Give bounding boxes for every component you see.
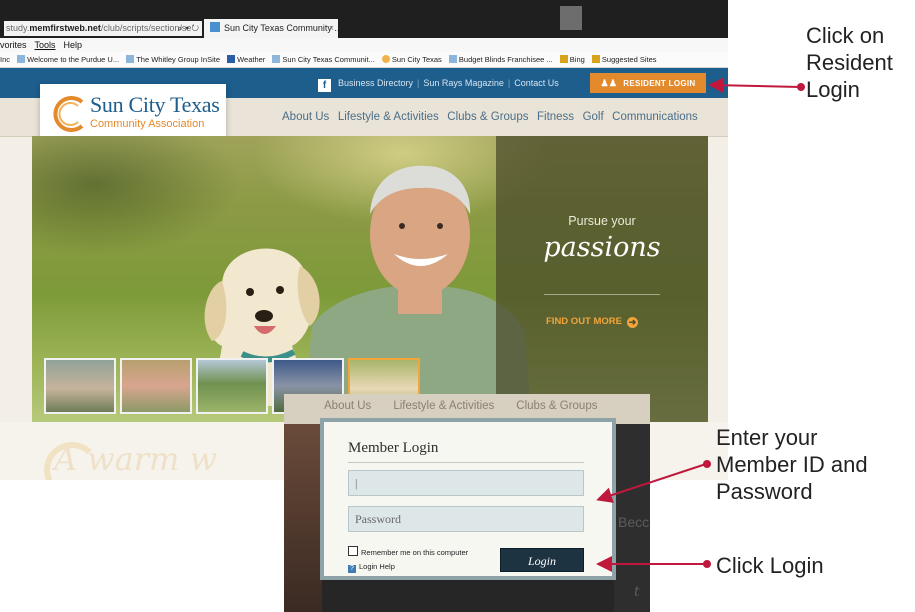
arrow-to-credentials [596, 460, 711, 503]
arrow-to-resident-login [708, 77, 805, 94]
callout-arrows [596, 77, 805, 572]
arrow-to-login-button [596, 556, 711, 572]
